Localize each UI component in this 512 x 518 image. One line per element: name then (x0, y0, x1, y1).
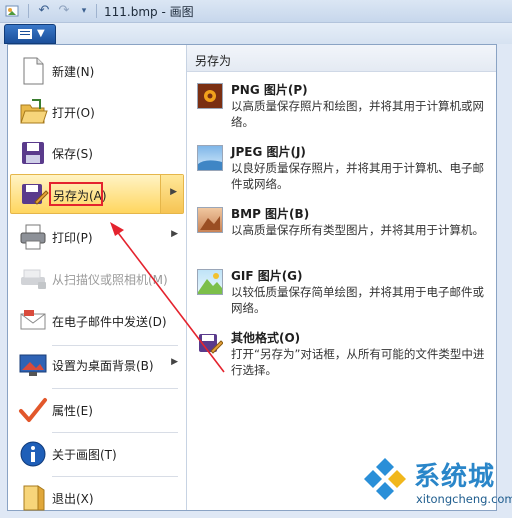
menu-divider (52, 432, 178, 433)
save-as-icon (19, 180, 49, 210)
email-icon (18, 306, 48, 336)
title-bar: ↶ ↷ ▾ 111.bmp - 画图 (0, 0, 512, 23)
menu-item-save[interactable]: 保存(S) (10, 133, 184, 173)
menu-divider (52, 388, 178, 389)
watermark-brand: 系统城 (414, 462, 496, 492)
quick-access-separator (28, 4, 29, 18)
save-as-submenu: 另存为 PNG 图片(P) 以高质量保存照片和绘图，并将其用于计算机或网络。 J… (187, 45, 496, 510)
submenu-arrow-icon: ▶ (171, 229, 178, 239)
format-jpeg[interactable]: JPEG 图片(J) 以良好质量保存照片，并将其用于计算机、电子邮件或网络。 (187, 143, 496, 199)
title-separator (96, 4, 97, 18)
menu-item-label: 属性(E) (52, 404, 93, 418)
properties-check-icon (18, 395, 48, 425)
paint-app-icon[interactable] (4, 3, 20, 19)
format-name: JPEG 图片(J) (231, 145, 306, 159)
format-bmp[interactable]: BMP 图片(B) 以高质量保存所有类型图片，并将其用于计算机。 (187, 205, 496, 261)
format-description: 以高质量保存照片和绘图，并将其用于计算机或网络。 (231, 99, 484, 129)
format-gif[interactable]: GIF 图片(G) 以较低质量保存简单绘图，并将其用于电子邮件或网络。 (187, 267, 496, 323)
submenu-heading: 另存为 (195, 54, 232, 68)
menu-item-label: 保存(S) (52, 147, 93, 161)
scanner-icon (18, 264, 48, 294)
menu-item-label: 从扫描仪或照相机(M) (52, 273, 168, 287)
format-png[interactable]: PNG 图片(P) 以高质量保存照片和绘图，并将其用于计算机或网络。 (187, 81, 496, 137)
menu-item-set-desktop-background[interactable]: 设置为桌面背景(B) ▶ (10, 345, 184, 385)
menu-item-label: 打开(O) (52, 106, 95, 120)
watermark: 系统城 xitongcheng.com (354, 452, 512, 511)
paint-menu-button[interactable]: ▼ (4, 24, 56, 44)
menu-item-about-paint[interactable]: 关于画图(T) (10, 434, 184, 474)
customize-dropdown-icon[interactable]: ▾ (76, 3, 92, 19)
redo-icon[interactable]: ↷ (56, 3, 72, 19)
menu-item-label: 在电子邮件中发送(D) (52, 315, 167, 329)
menu-item-label: 设置为桌面背景(B) (52, 359, 154, 373)
menu-item-label: 关于画图(T) (52, 448, 117, 462)
png-image-icon (197, 83, 223, 109)
format-description: 以良好质量保存照片，并将其用于计算机、电子邮件或网络。 (231, 161, 484, 191)
menu-item-exit[interactable]: 退出(X) (10, 478, 184, 518)
format-name: 其他格式(O) (231, 331, 301, 345)
open-folder-icon (18, 97, 48, 127)
ribbon-strip: ▼ (0, 23, 512, 44)
format-name: GIF 图片(G) (231, 269, 303, 283)
menu-item-label: 打印(P) (52, 231, 93, 245)
watermark-url: xitongcheng.com (416, 492, 512, 506)
bmp-image-icon (197, 207, 223, 233)
menu-item-from-scanner[interactable]: 从扫描仪或照相机(M) (10, 259, 184, 299)
window-title: 111.bmp - 画图 (104, 5, 194, 19)
submenu-arrow-icon: ▶ (171, 357, 178, 367)
desktop-background-icon (18, 350, 48, 380)
menu-glyph-icon (18, 29, 32, 39)
info-icon (18, 439, 48, 469)
application-menu: 新建(N) 打开(O) 保存(S) 另存为(A) ▶ 打印(P) ▶ 从扫描仪或… (7, 44, 497, 511)
exit-icon (18, 483, 48, 513)
submenu-arrow-icon: ▶ (170, 187, 177, 197)
xitongcheng-logo-icon (360, 456, 410, 506)
menu-item-open[interactable]: 打开(O) (10, 92, 184, 132)
format-description: 以高质量保存所有类型图片，并将其用于计算机。 (231, 223, 484, 237)
jpeg-image-icon (197, 145, 223, 171)
printer-icon (18, 222, 48, 252)
format-name: PNG 图片(P) (231, 83, 308, 97)
format-description: 打开“另存为”对话框，从所有可能的文件类型中进行选择。 (231, 347, 485, 377)
format-other[interactable]: 其他格式(O) 打开“另存为”对话框，从所有可能的文件类型中进行选择。 (187, 329, 496, 385)
gif-image-icon (197, 269, 223, 295)
menu-commands-pane: 新建(N) 打开(O) 保存(S) 另存为(A) ▶ 打印(P) ▶ 从扫描仪或… (8, 45, 187, 511)
new-file-icon (18, 56, 48, 86)
menu-item-email[interactable]: 在电子邮件中发送(D) (10, 301, 184, 341)
menu-item-label: 新建(N) (52, 65, 95, 79)
other-formats-icon (197, 331, 224, 357)
format-name: BMP 图片(B) (231, 207, 310, 221)
save-icon (18, 138, 48, 168)
menu-item-label: 退出(X) (52, 492, 94, 506)
menu-divider (52, 476, 178, 477)
menu-item-print[interactable]: 打印(P) ▶ (10, 217, 184, 257)
menu-item-new[interactable]: 新建(N) (10, 51, 184, 91)
undo-icon[interactable]: ↶ (36, 3, 52, 19)
submenu-header: 另存为 (187, 45, 496, 72)
chevron-down-icon: ▼ (37, 28, 45, 39)
red-annotation-box (49, 182, 103, 206)
menu-item-save-as[interactable]: 另存为(A) ▶ (10, 174, 184, 214)
menu-item-properties[interactable]: 属性(E) (10, 390, 184, 430)
format-description: 以较低质量保存简单绘图，并将其用于电子邮件或网络。 (231, 285, 484, 315)
